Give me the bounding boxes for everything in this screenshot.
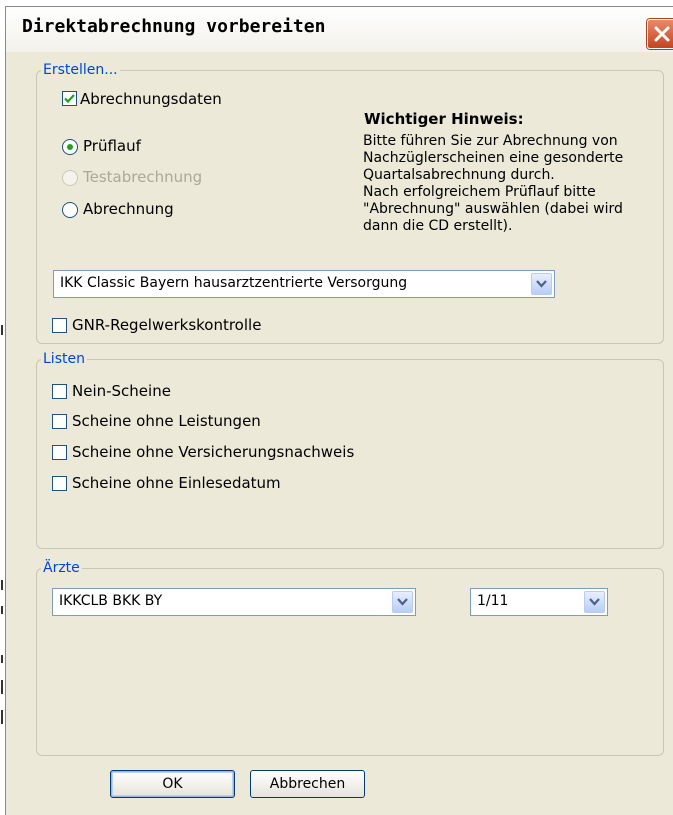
abrechnungsdaten-label: Abrechnungsdaten — [80, 90, 222, 108]
hint-text: Bitte führen Sie zur Abrechnung von Nach… — [363, 133, 624, 234]
kasse-select-value: IKK Classic Bayern hausarztzentrierte Ve… — [60, 275, 408, 291]
title-bar[interactable]: Direktabrechnung vorbereiten — [6, 7, 673, 52]
gnr-checkbox[interactable] — [52, 318, 67, 333]
chevron-down-icon[interactable] — [584, 591, 605, 613]
arzt-select-value: IKKCLB BKK BY — [59, 593, 163, 609]
ok-button[interactable]: OK — [110, 770, 235, 798]
window-title: Direktabrechnung vorbereiten — [22, 16, 326, 37]
radio-testabrechnung-label: Testabrechnung — [83, 168, 203, 186]
ohne-leistungen-label: Scheine ohne Leistungen — [72, 412, 261, 430]
aerzte-legend: Ärzte — [43, 560, 80, 576]
chevron-down-icon[interactable] — [392, 591, 413, 613]
ohne-versicherungsnachweis-checkbox[interactable] — [52, 445, 67, 460]
quartal-select-value: 1/11 — [477, 593, 509, 609]
ohne-einlesedatum-checkbox[interactable] — [52, 476, 67, 491]
gnr-label: GNR-Regelwerkskontrolle — [72, 316, 262, 334]
radio-prueflauf-label: Prüflauf — [83, 137, 141, 155]
kasse-select[interactable]: IKK Classic Bayern hausarztzentrierte Ve… — [53, 270, 555, 298]
arzt-select[interactable]: IKKCLB BKK BY — [52, 588, 416, 616]
ohne-einlesedatum-label: Scheine ohne Einlesedatum — [72, 474, 281, 492]
checkmark-icon — [64, 94, 75, 104]
erstellen-legend: Erstellen... — [43, 62, 118, 78]
quartal-select[interactable]: 1/11 — [470, 588, 608, 616]
radio-prueflauf[interactable] — [62, 139, 78, 155]
nein-scheine-label: Nein-Scheine — [72, 382, 171, 400]
ohne-versicherungsnachweis-label: Scheine ohne Versicherungsnachweis — [72, 443, 355, 461]
ohne-leistungen-checkbox[interactable] — [52, 414, 67, 429]
radio-testabrechnung — [62, 170, 78, 186]
radio-abrechnung[interactable] — [62, 202, 78, 218]
listen-legend: Listen — [43, 351, 85, 367]
cancel-button[interactable]: Abbrechen — [250, 770, 365, 798]
abrechnungsdaten-checkbox[interactable] — [62, 91, 77, 106]
hint-title: Wichtiger Hinweis: — [364, 110, 524, 128]
radio-abrechnung-label: Abrechnung — [83, 200, 174, 218]
chevron-down-icon[interactable] — [531, 273, 552, 295]
nein-scheine-checkbox[interactable] — [52, 384, 67, 399]
close-button[interactable] — [647, 19, 673, 49]
